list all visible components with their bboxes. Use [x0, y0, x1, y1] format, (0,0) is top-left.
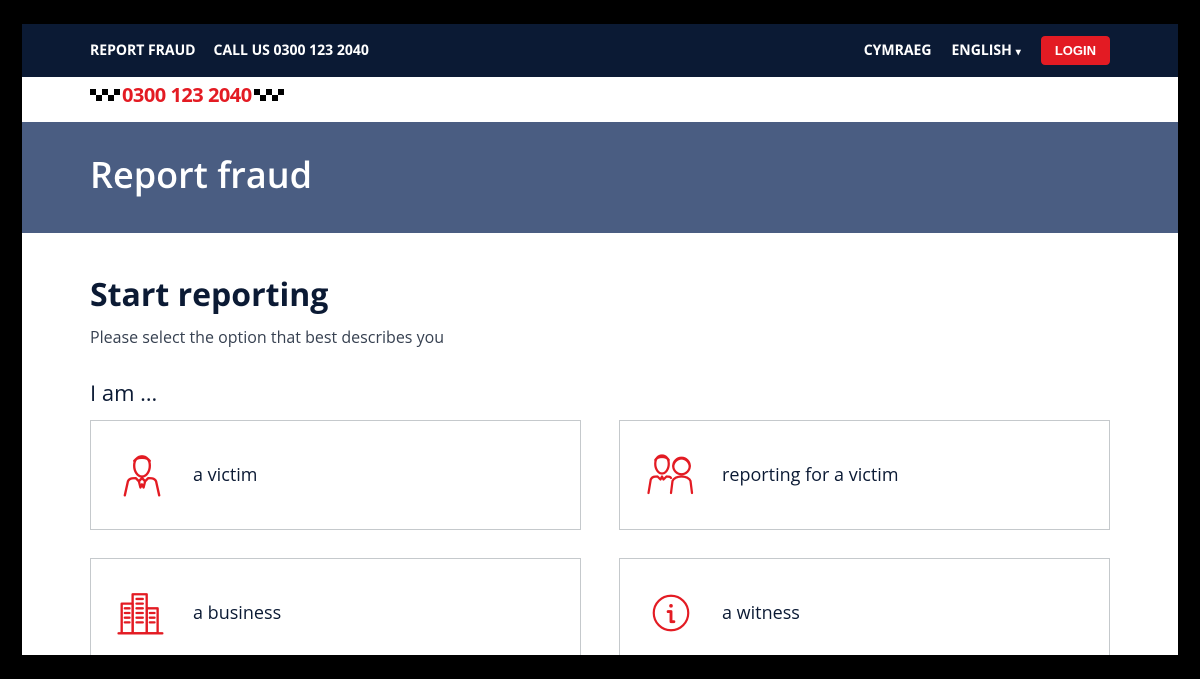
option-card-reporting-for-victim-label: reporting for a victim [722, 463, 898, 487]
content-area: Start reporting Please select the option… [22, 233, 1178, 655]
page-title: Report fraud [90, 150, 1110, 199]
building-icon [115, 586, 169, 640]
option-cards-grid: a victim reporting for a victim [90, 420, 1110, 655]
option-card-reporting-for-victim[interactable]: reporting for a victim [619, 420, 1110, 530]
login-button[interactable]: LOGIN [1041, 36, 1110, 65]
checker-pattern-left [90, 89, 120, 101]
checker-pattern-right [254, 89, 284, 101]
logo-phone-number: 0300 123 2040 [122, 81, 252, 108]
top-navbar: REPORT FRAUD CALL US 0300 123 2040 CYMRA… [22, 24, 1178, 77]
language-selector[interactable]: ENGLISH ▾ [951, 41, 1020, 60]
option-card-business-label: a business [193, 601, 281, 625]
chevron-down-icon: ▾ [1016, 44, 1021, 58]
page-banner: Report fraud [22, 122, 1178, 233]
logo-row: 0300 123 2040 [22, 77, 1178, 122]
people-icon [644, 448, 698, 502]
top-nav-left: REPORT FRAUD CALL US 0300 123 2040 [90, 41, 369, 60]
info-icon [644, 586, 698, 640]
page-container: REPORT FRAUD CALL US 0300 123 2040 CYMRA… [22, 24, 1178, 655]
section-subtitle: Please select the option that best descr… [90, 326, 1110, 348]
report-fraud-link[interactable]: REPORT FRAUD [90, 41, 196, 60]
language-cymraeg[interactable]: CYMRAEG [864, 41, 932, 60]
person-icon [115, 448, 169, 502]
option-card-victim-label: a victim [193, 463, 257, 487]
call-us-link[interactable]: CALL US 0300 123 2040 [214, 41, 369, 60]
section-heading: Start reporting [90, 273, 1110, 316]
language-english-label: ENGLISH [951, 41, 1011, 60]
option-card-witness-label: a witness [722, 601, 800, 625]
option-card-victim[interactable]: a victim [90, 420, 581, 530]
top-nav-right: CYMRAEG ENGLISH ▾ LOGIN [864, 36, 1110, 65]
option-card-witness[interactable]: a witness [619, 558, 1110, 655]
i-am-label: I am … [90, 378, 1110, 408]
option-card-business[interactable]: a business [90, 558, 581, 655]
